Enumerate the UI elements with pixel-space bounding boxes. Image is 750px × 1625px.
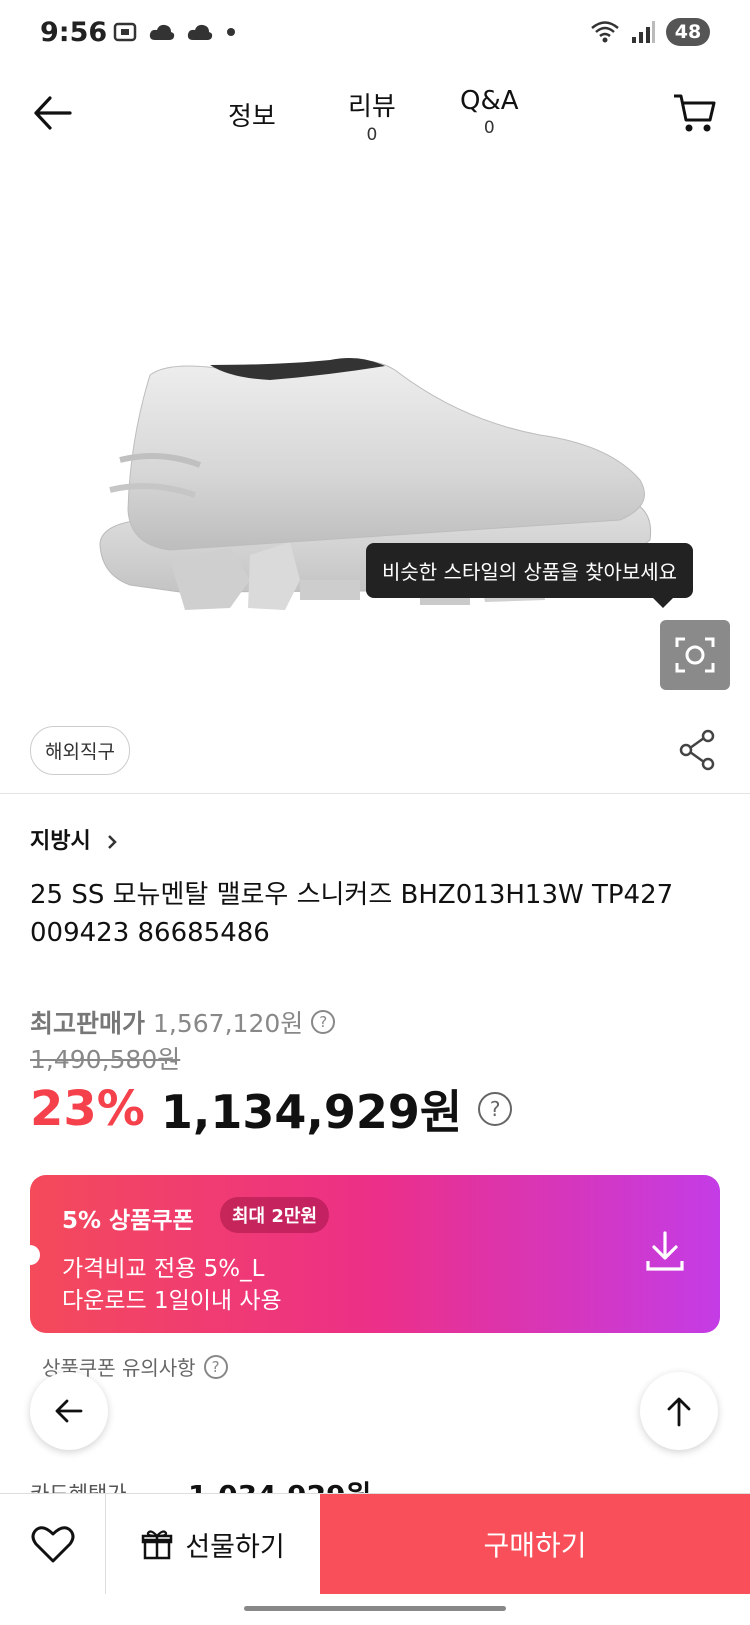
sale-price-row: 23% 1,134,929원 ?: [30, 1076, 513, 1142]
sneaker-image: [99, 358, 652, 610]
gift-button[interactable]: 선물하기: [106, 1494, 320, 1594]
chevron-right-icon: [108, 835, 118, 849]
image-search-button[interactable]: [660, 620, 730, 690]
gift-icon: [142, 1530, 173, 1560]
coupon-line-1: 가격비교 전용 5%_L: [62, 1256, 265, 1282]
cart-icon: [674, 94, 716, 132]
floating-back-button[interactable]: [30, 1372, 108, 1450]
tab-review[interactable]: 리뷰 0: [348, 86, 396, 145]
discount-rate: 23%: [30, 1081, 145, 1137]
arrow-up-icon: [667, 1397, 691, 1427]
status-time: 9:56: [40, 17, 108, 48]
home-indicator: [244, 1606, 506, 1611]
tab-qna[interactable]: Q&A 0: [460, 86, 519, 138]
cart-button[interactable]: [670, 88, 720, 138]
tab-qna-count: 0: [483, 118, 495, 138]
coupon-line-2: 다운로드 1일이내 사용: [62, 1288, 282, 1314]
download-icon: [646, 1231, 684, 1271]
wifi-icon: [591, 21, 619, 43]
max-price-row: 최고판매가 1,567,120원 ?: [30, 1004, 336, 1040]
system-icons: 48: [590, 18, 710, 46]
tab-info[interactable]: 정보: [228, 86, 276, 133]
lens-icon: [675, 637, 715, 673]
help-icon[interactable]: ?: [478, 1092, 513, 1126]
scroll-top-button[interactable]: [640, 1372, 718, 1450]
help-icon: ?: [203, 1354, 228, 1379]
cloud-icon: [149, 24, 175, 40]
coupon-max-badge: 최대 2만원: [220, 1197, 330, 1233]
screenshot-icon: [113, 22, 137, 42]
battery-icon: 48: [666, 18, 710, 46]
cloud-icon: [187, 24, 213, 40]
tab-qna-label: Q&A: [460, 86, 519, 116]
arrow-left-icon: [55, 1399, 83, 1423]
notification-icons: [112, 20, 238, 44]
coupon-download-button[interactable]: [642, 1229, 688, 1275]
original-price: 1,490,580원: [30, 1045, 181, 1074]
tab-review-label: 리뷰: [348, 92, 396, 122]
wishlist-button[interactable]: [0, 1494, 106, 1594]
dot-icon: [227, 28, 235, 36]
bottom-action-bar: 선물하기 구매하기: [0, 1493, 750, 1594]
coupon-title: 5% 상품쿠폰: [62, 1208, 194, 1234]
brand-name: 지방시: [30, 829, 91, 854]
sale-price: 1,134,929원: [160, 1085, 463, 1139]
max-price-label: 최고판매가: [30, 1009, 146, 1038]
buy-button[interactable]: 구매하기: [320, 1494, 750, 1594]
product-image[interactable]: [0, 160, 750, 700]
share-button[interactable]: [678, 728, 718, 772]
top-nav: 정보 리뷰 0 Q&A 0: [0, 70, 750, 160]
coupon-banner[interactable]: 5% 상품쿠폰 최대 2만원 가격비교 전용 5%_L 다운로드 1일이내 사용: [20, 1175, 720, 1333]
brand-link[interactable]: 지방시: [30, 823, 120, 855]
tab-review-count: 0: [366, 125, 378, 145]
product-title: 25 SS 모뉴멘탈 맬로우 스니커즈 BHZ013H13W TP427 009…: [30, 880, 674, 948]
coupon-notch: [20, 1245, 40, 1265]
help-icon[interactable]: ?: [311, 1010, 336, 1034]
status-bar: 9:56 48: [0, 0, 750, 70]
gift-label: 선물하기: [185, 1531, 285, 1563]
tab-info-label: 정보: [228, 102, 276, 132]
share-icon: [679, 729, 715, 771]
heart-icon: [31, 1526, 74, 1563]
back-button[interactable]: [30, 88, 80, 138]
overseas-purchase-badge: 해외직구: [30, 726, 130, 775]
arrow-left-icon: [34, 96, 72, 130]
signal-icon: [632, 21, 655, 43]
divider: [0, 793, 750, 794]
max-price-value: 1,567,120원: [153, 1009, 304, 1038]
similar-style-tooltip[interactable]: 비슷한 스타일의 상품을 찾아보세요: [366, 543, 694, 608]
